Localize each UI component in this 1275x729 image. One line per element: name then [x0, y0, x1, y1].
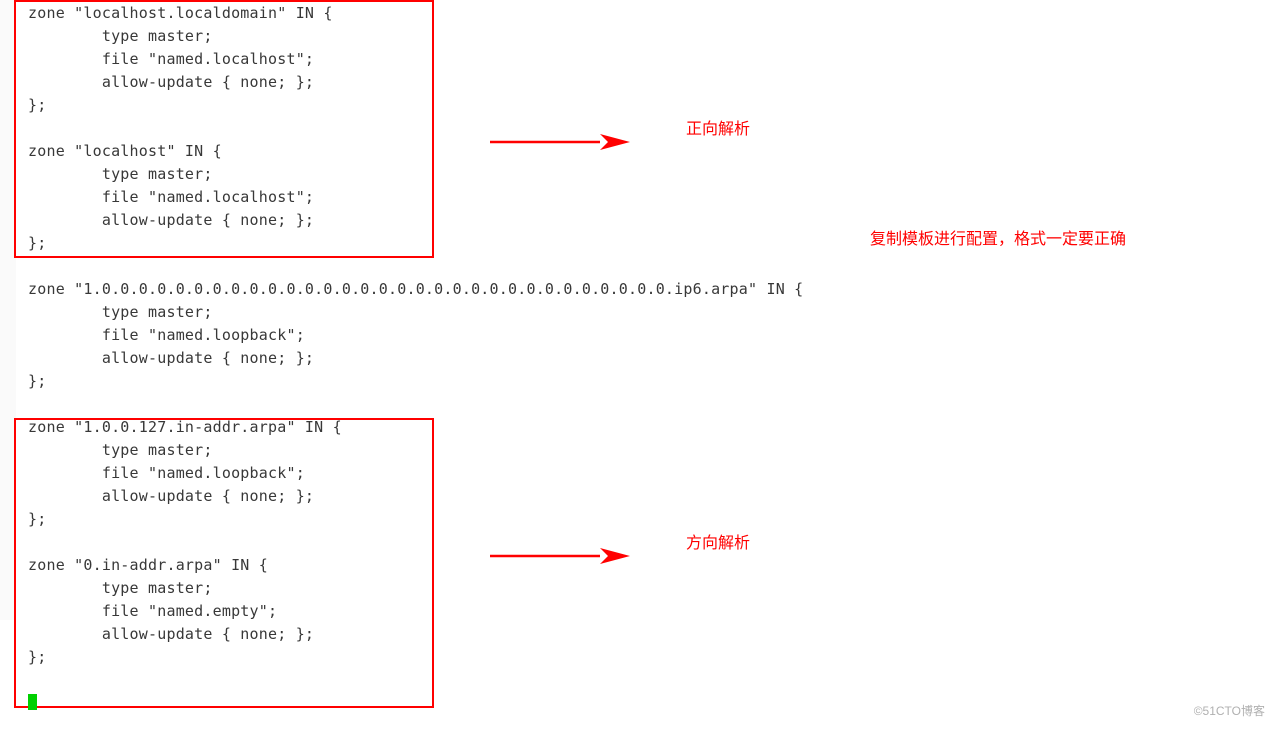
watermark: ©51CTO博客 [1194, 700, 1265, 723]
annotation-forward: 正向解析 [686, 118, 750, 141]
annotation-copy-template: 复制模板进行配置，格式一定要正确 [870, 228, 1126, 251]
arrow-forward [490, 130, 630, 154]
annotation-reverse: 方向解析 [686, 532, 750, 555]
code-content: zone "localhost.localdomain" IN { type m… [28, 2, 803, 669]
cursor-icon [28, 694, 37, 710]
arrow-reverse [490, 544, 630, 568]
